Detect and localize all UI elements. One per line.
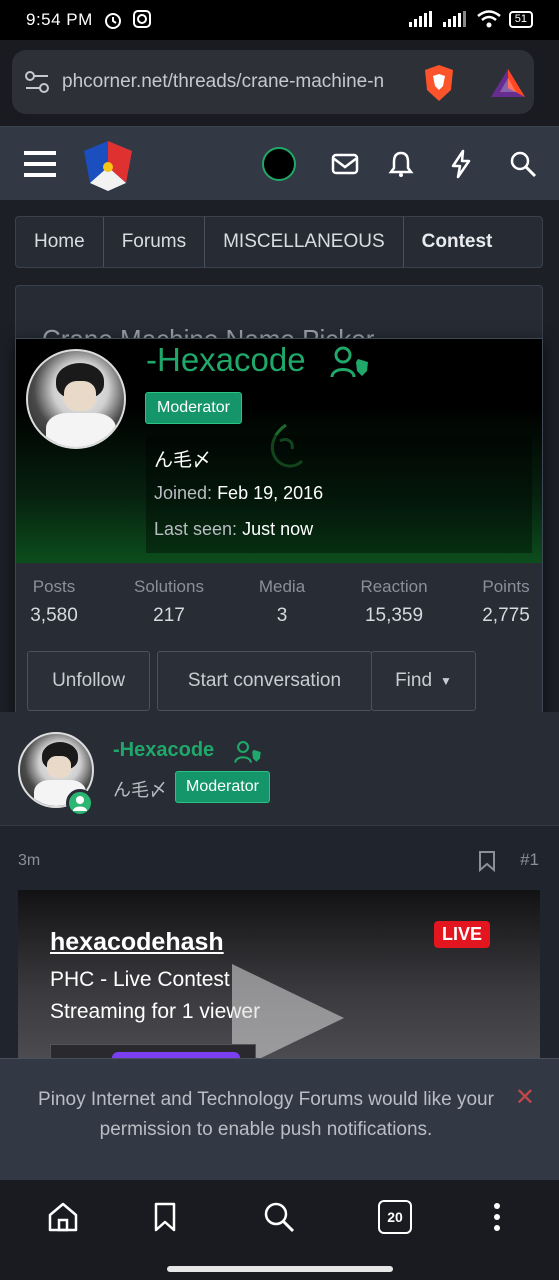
status-notification-icons bbox=[103, 10, 151, 30]
tabs-counter-button[interactable]: 20 bbox=[378, 1200, 412, 1234]
home-icon[interactable] bbox=[46, 1200, 80, 1234]
more-menu-icon[interactable] bbox=[480, 1200, 514, 1234]
brave-shields-icon[interactable] bbox=[422, 64, 456, 102]
site-logo[interactable] bbox=[80, 137, 136, 193]
embed-viewers: Streaming for 1 viewer bbox=[50, 1000, 261, 1023]
instagram-icon bbox=[133, 10, 151, 28]
bell-icon[interactable] bbox=[386, 149, 416, 179]
gesture-handle bbox=[167, 1266, 393, 1272]
post-custom-title: ん毛〆 bbox=[113, 780, 167, 800]
embed-channel-link[interactable]: hexacodehash bbox=[50, 928, 224, 957]
user-avatar[interactable] bbox=[262, 147, 296, 181]
stream-embed[interactable]: hexacodehash PHC - Live Contest Streamin… bbox=[18, 890, 540, 1058]
breadcrumb-miscellaneous[interactable]: MISCELLANEOUS bbox=[205, 217, 404, 267]
post-number[interactable]: #1 bbox=[520, 850, 539, 870]
caret-down-icon: ▼ bbox=[440, 674, 452, 688]
start-conversation-button[interactable]: Start conversation bbox=[157, 651, 372, 711]
post-staff-icon bbox=[234, 741, 261, 763]
breadcrumb-contest[interactable]: Contest bbox=[404, 217, 511, 267]
stat-solutions[interactable]: Solutions 217 bbox=[124, 577, 214, 627]
member-joined: Joined: Feb 19, 2016 bbox=[154, 483, 324, 503]
post-moderator-badge: Moderator bbox=[175, 771, 270, 803]
site-settings-icon[interactable] bbox=[24, 70, 50, 94]
close-icon[interactable]: ✕ bbox=[515, 1083, 535, 1112]
bolt-icon[interactable] bbox=[446, 149, 476, 179]
member-moderator-badge: Moderator bbox=[145, 392, 242, 424]
hamburger-menu-icon[interactable] bbox=[24, 149, 58, 179]
stat-posts[interactable]: Posts 3,580 bbox=[22, 577, 86, 627]
browser-bottom-nav: 20 bbox=[0, 1180, 559, 1280]
status-time: 9:54 PM bbox=[26, 10, 93, 29]
browser-toolbar: phcorner.net/threads/crane-machine-n bbox=[0, 40, 559, 126]
post-time[interactable]: 3m bbox=[18, 852, 40, 870]
url-bar[interactable]: phcorner.net/threads/crane-machine-n bbox=[12, 50, 534, 114]
unfollow-button[interactable]: Unfollow bbox=[27, 651, 150, 711]
stat-media[interactable]: Media 3 bbox=[252, 577, 312, 627]
bookmarks-icon[interactable] bbox=[148, 1200, 182, 1234]
stat-reaction[interactable]: Reaction 15,359 bbox=[352, 577, 436, 627]
status-right: 51 bbox=[408, 10, 533, 28]
push-notification-prompt: Pinoy Internet and Technology Forums wou… bbox=[0, 1058, 559, 1180]
inbox-icon[interactable] bbox=[330, 149, 360, 179]
browser-search-icon[interactable] bbox=[262, 1200, 296, 1234]
status-bar: 9:54 PM 51 bbox=[0, 0, 559, 40]
find-button[interactable]: Find ▼ bbox=[371, 651, 476, 711]
wifi-icon bbox=[476, 10, 501, 28]
online-status-icon bbox=[66, 789, 94, 817]
battery-icon: 51 bbox=[508, 10, 533, 28]
bookmark-icon[interactable] bbox=[478, 850, 496, 872]
stat-points[interactable]: Points 2,775 bbox=[474, 577, 538, 627]
push-prompt-text: Pinoy Internet and Technology Forums wou… bbox=[38, 1089, 494, 1140]
member-username[interactable]: -Hexacode bbox=[146, 341, 306, 379]
member-tooltip: -Hexacode Moderator ん毛〆 Joined: Feb 19, … bbox=[15, 338, 543, 722]
breadcrumb-forums[interactable]: Forums bbox=[104, 217, 206, 267]
url-text[interactable]: phcorner.net/threads/crane-machine-n bbox=[62, 71, 407, 93]
signal-2-icon bbox=[442, 11, 466, 27]
brave-rewards-icon[interactable] bbox=[490, 68, 526, 98]
post-user-block: -Hexacode ん毛〆 Moderator bbox=[0, 712, 559, 826]
signal-icon bbox=[408, 11, 432, 27]
staff-shield-icon bbox=[330, 346, 368, 378]
post: -Hexacode ん毛〆 Moderator 3m #1 hexacodeha… bbox=[0, 712, 559, 1058]
member-custom-title: ん毛〆 bbox=[154, 450, 212, 471]
member-last-seen: Last seen: Just now bbox=[154, 519, 314, 539]
member-info: ん毛〆 Joined: Feb 19, 2016 Last seen: Just… bbox=[146, 435, 532, 553]
breadcrumb-home[interactable]: Home bbox=[16, 217, 104, 267]
alarm-icon bbox=[105, 13, 121, 29]
member-avatar[interactable] bbox=[26, 349, 126, 449]
breadcrumb: Home Forums MISCELLANEOUS Contest bbox=[15, 216, 543, 268]
embed-stream-title: PHC - Live Contest bbox=[50, 968, 230, 991]
member-banner: -Hexacode Moderator ん毛〆 Joined: Feb 19, … bbox=[16, 339, 542, 563]
post-username[interactable]: -Hexacode bbox=[113, 739, 214, 762]
member-stats: Posts 3,580 Solutions 217 Media 3 Reaction 1… bbox=[16, 577, 542, 637]
live-badge: LIVE bbox=[434, 921, 491, 948]
site-header bbox=[0, 126, 559, 200]
search-icon[interactable] bbox=[508, 149, 538, 179]
